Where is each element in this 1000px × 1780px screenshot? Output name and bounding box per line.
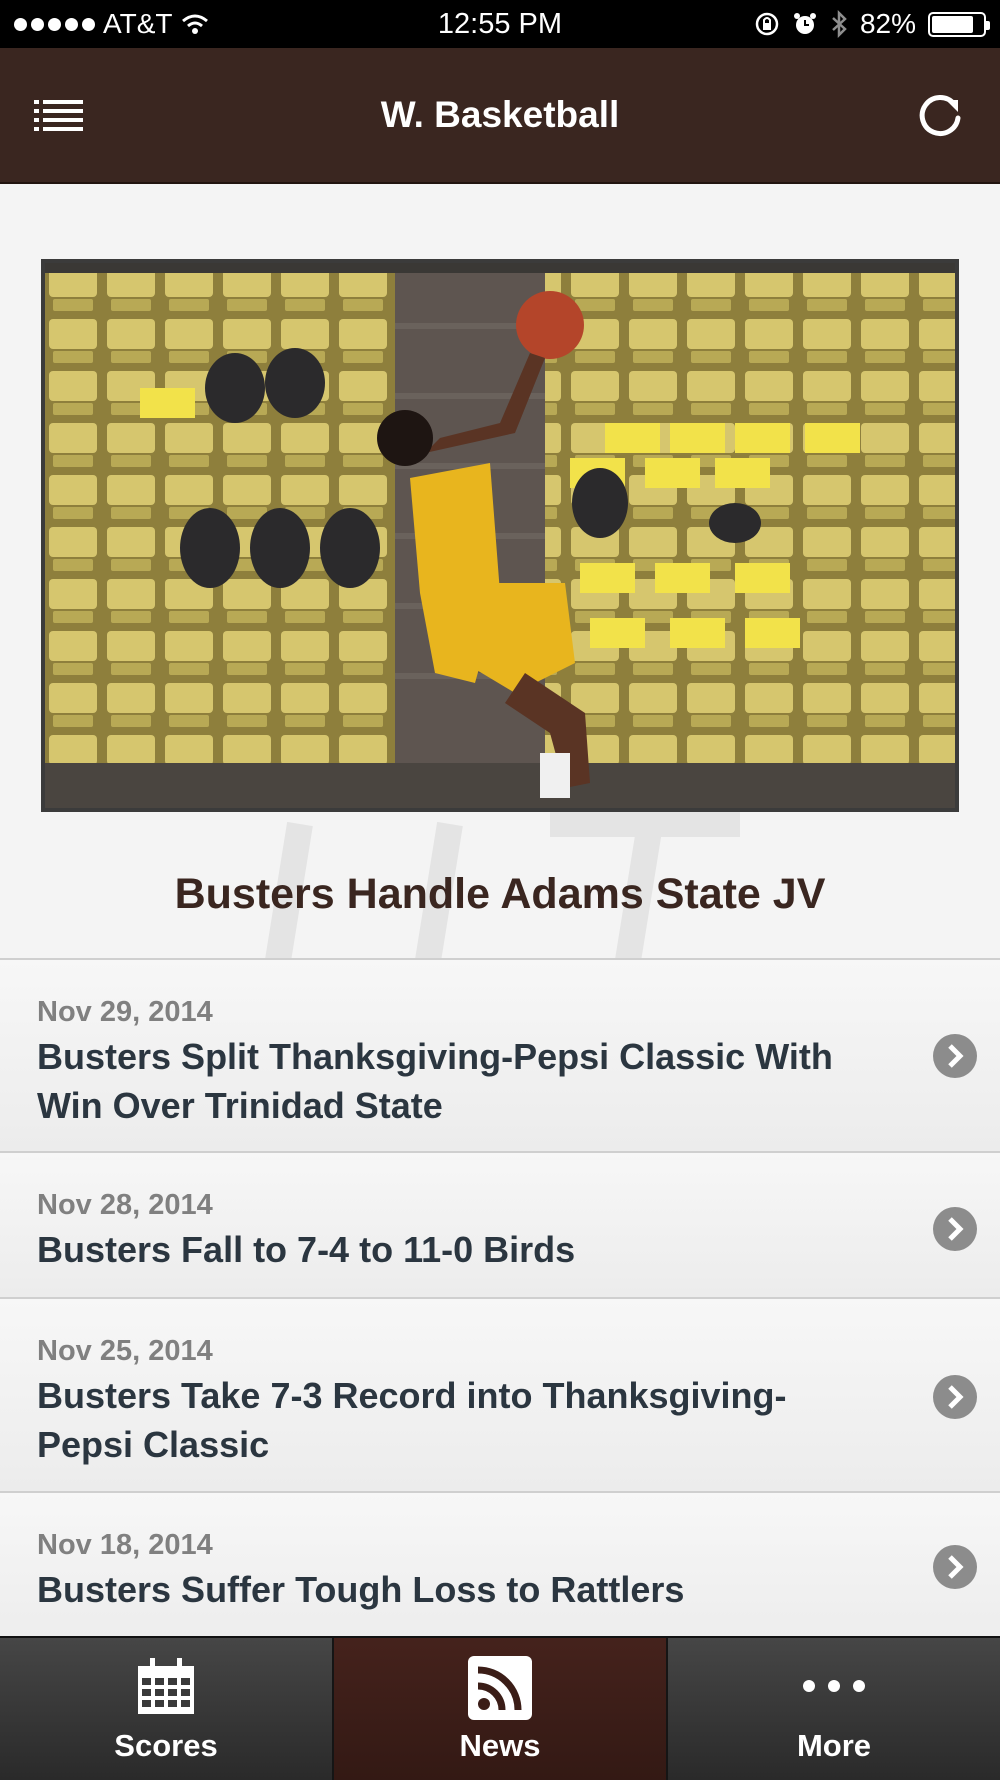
status-bar: AT&T 12:55 PM 82%	[0, 0, 1000, 48]
calendar-icon	[138, 1658, 194, 1714]
news-date: Nov 25, 2014	[37, 1335, 213, 1367]
tab-label: More	[796, 1728, 872, 1763]
news-headline-line: Win Over Trinidad State	[37, 1085, 443, 1126]
news-headline-line: Pepsi Classic	[37, 1424, 270, 1465]
news-date: Nov 28, 2014	[37, 1189, 213, 1221]
featured-article-image[interactable]	[41, 259, 959, 812]
basketball-player-photo	[45, 263, 955, 808]
tab-label: Scores	[114, 1728, 218, 1763]
status-right: 82%	[754, 0, 990, 48]
news-headline: Busters Split Thanksgiving-Pepsi Classic…	[37, 1032, 917, 1130]
tab-news[interactable]: News	[334, 1638, 668, 1780]
news-item[interactable]: Nov 28, 2014 Busters Fall to 7-4 to 11-0…	[0, 1151, 1000, 1297]
refresh-icon	[919, 95, 961, 136]
bluetooth-icon	[832, 10, 847, 38]
rotation-lock-icon	[755, 12, 779, 36]
news-item[interactable]: Nov 18, 2014 Busters Suffer Tough Loss t…	[0, 1491, 1000, 1636]
featured-article-title[interactable]: Busters Handle Adams State JV	[0, 870, 1000, 919]
chevron-right-icon	[933, 1034, 977, 1078]
news-headline: Busters Fall to 7-4 to 11-0 Birds	[37, 1225, 917, 1274]
more-dots-icon	[803, 1680, 865, 1692]
page-title: W. Basketball	[380, 94, 620, 135]
news-content: Busters Handle Adams State JV Nov 29, 20…	[0, 184, 1000, 1636]
navigation-bar: W. Basketball	[0, 48, 1000, 184]
news-headline: Busters Take 7-3 Record into Thanksgivin…	[37, 1371, 917, 1469]
news-headline-line: Busters Take 7-3 Record into Thanksgivin…	[37, 1375, 787, 1416]
news-headline-line: Busters Suffer Tough Loss to Rattlers	[37, 1569, 685, 1610]
tab-label: News	[459, 1728, 541, 1763]
chevron-right-icon	[933, 1375, 977, 1419]
alarm-icon	[793, 13, 816, 34]
refresh-button[interactable]	[914, 90, 966, 142]
news-headline: Busters Suffer Tough Loss to Rattlers	[37, 1565, 917, 1614]
battery-percent: 82%	[859, 8, 916, 39]
news-item[interactable]: Nov 29, 2014 Busters Split Thanksgiving-…	[0, 958, 1000, 1151]
news-headline-line: Busters Fall to 7-4 to 11-0 Birds	[37, 1229, 576, 1270]
tab-bar: Scores News More	[0, 1636, 1000, 1780]
news-item[interactable]: Nov 25, 2014 Busters Take 7-3 Record int…	[0, 1297, 1000, 1491]
tab-more[interactable]: More	[668, 1638, 1000, 1780]
news-list: Nov 29, 2014 Busters Split Thanksgiving-…	[0, 958, 1000, 1636]
tab-scores[interactable]: Scores	[0, 1638, 334, 1780]
news-date: Nov 29, 2014	[37, 996, 213, 1028]
chevron-right-icon	[933, 1545, 977, 1589]
news-date: Nov 18, 2014	[37, 1529, 213, 1561]
battery-fill	[932, 15, 973, 33]
rss-icon	[468, 1656, 532, 1720]
news-headline-line: Busters Split Thanksgiving-Pepsi Classic…	[37, 1036, 833, 1077]
chevron-right-icon	[933, 1207, 977, 1251]
battery-icon	[928, 11, 990, 37]
